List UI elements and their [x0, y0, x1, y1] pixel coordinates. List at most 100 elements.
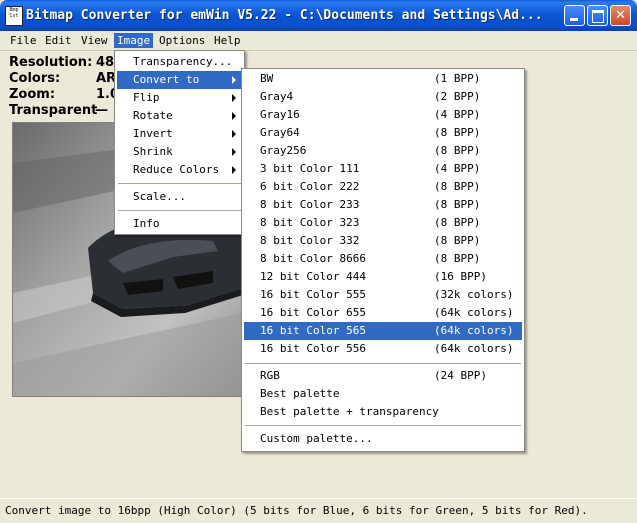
convert-item-format: (4 BPP) — [434, 108, 481, 121]
convert-item-color-8666[interactable]: 8 bit Color 8666 (8 BPP) — [244, 250, 522, 268]
maximize-icon — [592, 10, 604, 23]
convert-item-format: (8 BPP) — [434, 180, 481, 193]
menu-options[interactable]: Options — [156, 33, 208, 48]
convert-item-label: 8 bit Color 8666 — [260, 252, 366, 265]
menu-separator — [118, 210, 241, 211]
convert-item-format: (64k colors) — [434, 324, 514, 337]
menu-item-flip[interactable]: Flip — [117, 89, 242, 107]
menu-item-convert-to[interactable]: Convert to — [117, 71, 242, 89]
convert-item-label: 6 bit Color 222 — [260, 180, 360, 193]
convert-item-format: (24 BPP) — [434, 369, 487, 382]
convert-item-gray256[interactable]: Gray256 (8 BPP) — [244, 142, 522, 160]
convert-item-gray4[interactable]: Gray4 (2 BPP) — [244, 88, 522, 106]
convert-item-label: Custom palette... — [260, 432, 373, 445]
menu-view[interactable]: View — [78, 33, 111, 48]
menu-item-transparency[interactable]: Transparency... — [117, 53, 242, 71]
menu-item-invert[interactable]: Invert — [117, 125, 242, 143]
convert-item-color-444[interactable]: 12 bit Color 444 (16 BPP) — [244, 268, 522, 286]
convert-item-format: (8 BPP) — [434, 234, 481, 247]
convert-item-format: (8 BPP) — [434, 198, 481, 211]
convert-item-bw[interactable]: BW (1 BPP) — [244, 70, 522, 88]
maximize-button[interactable] — [587, 5, 608, 26]
menu-item-rotate[interactable]: Rotate — [117, 107, 242, 125]
convert-item-label: 16 bit Color 655 — [260, 306, 366, 319]
convert-item-format: (4 BPP) — [434, 162, 481, 175]
convert-item-format: (64k colors) — [434, 342, 514, 355]
resolution-label: Resolution: — [9, 55, 93, 70]
convert-item-gray64[interactable]: Gray64 (8 BPP) — [244, 124, 522, 142]
close-icon: ✕ — [615, 8, 626, 23]
window-title: Bitmap Converter for emWin V5.22 - C:\Do… — [26, 8, 543, 23]
minimize-icon — [570, 18, 578, 21]
convert-item-best-palette[interactable]: Best palette — [244, 385, 522, 403]
submenu-arrow-icon — [232, 148, 236, 156]
convert-item-label: Best palette — [260, 387, 340, 400]
menu-separator — [118, 183, 241, 184]
minimize-button[interactable] — [564, 5, 585, 26]
menu-item-label: Scale... — [133, 190, 186, 203]
menu-separator — [245, 363, 521, 364]
menu-item-label: Transparency... — [133, 55, 233, 68]
status-text: Convert image to 16bpp (High Color) (5 b… — [5, 504, 588, 517]
menu-item-label: Invert — [133, 127, 173, 140]
convert-item-label: 16 bit Color 565 — [260, 324, 366, 337]
convert-item-label: 16 bit Color 555 — [260, 288, 366, 301]
menu-item-scale[interactable]: Scale... — [117, 188, 242, 206]
convert-item-label: 8 bit Color 233 — [260, 198, 360, 211]
convert-item-label: RGB — [260, 369, 280, 382]
convert-item-label: 3 bit Color 111 — [260, 162, 360, 175]
app-icon[interactable]: Bmp Cvt — [5, 6, 23, 26]
convert-item-label: BW — [260, 72, 274, 85]
convert-item-label: Gray4 — [260, 90, 294, 103]
convert-item-rgb[interactable]: RGB (24 BPP) — [244, 367, 522, 385]
menu-item-label: Reduce Colors — [133, 163, 220, 176]
convert-item-color-233[interactable]: 8 bit Color 233 (8 BPP) — [244, 196, 522, 214]
menu-item-label: Convert to — [133, 73, 200, 86]
convert-item-color-332[interactable]: 8 bit Color 332 (8 BPP) — [244, 232, 522, 250]
convert-item-label: Gray16 — [260, 108, 300, 121]
title-bar[interactable]: Bmp Cvt Bitmap Converter for emWin V5.22… — [0, 0, 637, 31]
convert-item-format: (8 BPP) — [434, 144, 481, 157]
menu-image[interactable]: Image — [114, 33, 154, 48]
convert-item-label: 8 bit Color 332 — [260, 234, 360, 247]
convert-item-gray16[interactable]: Gray16 (4 BPP) — [244, 106, 522, 124]
convert-item-format: (8 BPP) — [434, 216, 481, 229]
menu-item-label: Flip — [133, 91, 160, 104]
transparent-label: Transparent — [9, 103, 98, 118]
transparent-value: — — [95, 103, 108, 118]
submenu-arrow-icon — [232, 130, 236, 138]
menu-item-label: Rotate — [133, 109, 173, 122]
colors-label: Colors: — [9, 71, 61, 86]
convert-item-label: Best palette + transparency — [260, 405, 439, 418]
convert-item-label: Gray64 — [260, 126, 300, 139]
convert-item-color-222[interactable]: 6 bit Color 222 (8 BPP) — [244, 178, 522, 196]
convert-item-format: (16 BPP) — [434, 270, 487, 283]
menu-help[interactable]: Help — [211, 33, 244, 48]
convert-item-label: 16 bit Color 556 — [260, 342, 366, 355]
submenu-arrow-icon — [232, 166, 236, 174]
image-menu: Transparency... Convert to Flip Rotate I… — [114, 50, 245, 235]
convert-item-best-palette-transparency[interactable]: Best palette + transparency — [244, 403, 522, 421]
convert-item-color-111[interactable]: 3 bit Color 111 (4 BPP) — [244, 160, 522, 178]
convert-item-color-555[interactable]: 16 bit Color 555 (32k colors) — [244, 286, 522, 304]
menu-bar: File Edit View Image Options Help — [0, 31, 637, 51]
close-button[interactable]: ✕ — [610, 5, 631, 26]
submenu-arrow-icon — [232, 112, 236, 120]
convert-item-color-565[interactable]: 16 bit Color 565 (64k colors) — [244, 322, 522, 340]
convert-item-color-556[interactable]: 16 bit Color 556 (64k colors) — [244, 340, 522, 358]
convert-item-color-655[interactable]: 16 bit Color 655 (64k colors) — [244, 304, 522, 322]
resolution-value: 48 — [96, 55, 115, 70]
convert-item-label: 12 bit Color 444 — [260, 270, 366, 283]
menu-file[interactable]: File — [7, 33, 40, 48]
menu-item-label: Info — [133, 217, 160, 230]
convert-item-custom-palette[interactable]: Custom palette... — [244, 430, 522, 448]
convert-item-format: (8 BPP) — [434, 126, 481, 139]
menu-edit[interactable]: Edit — [42, 33, 75, 48]
convert-item-color-323[interactable]: 8 bit Color 323 (8 BPP) — [244, 214, 522, 232]
convert-item-format: (1 BPP) — [434, 72, 481, 85]
submenu-arrow-icon — [232, 94, 236, 102]
menu-item-shrink[interactable]: Shrink — [117, 143, 242, 161]
convert-item-label: 8 bit Color 323 — [260, 216, 360, 229]
menu-item-reduce-colors[interactable]: Reduce Colors — [117, 161, 242, 179]
menu-item-info[interactable]: Info — [117, 215, 242, 233]
